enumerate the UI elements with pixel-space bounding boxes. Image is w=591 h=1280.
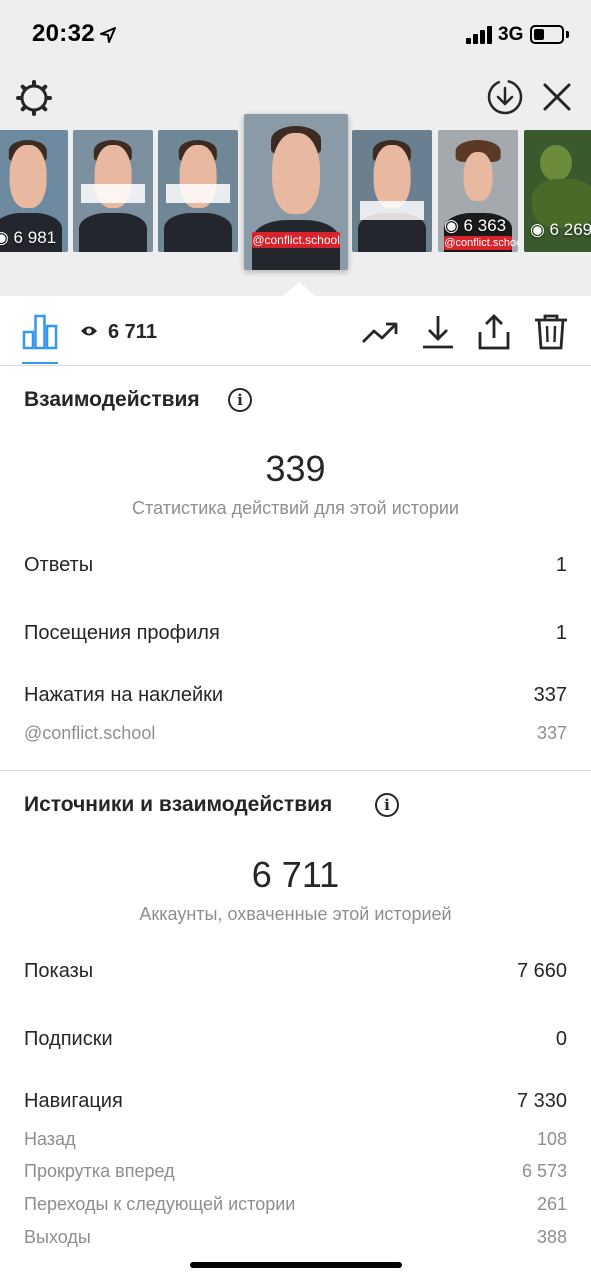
info-icon[interactable]: i	[375, 793, 399, 817]
story-thumbnail-strip[interactable]: ◉ 6 981 @conflict.school @conflict.schoo…	[0, 114, 591, 270]
trend-icon[interactable]	[360, 312, 400, 352]
sticker-account-label[interactable]: @conflict.school	[24, 723, 155, 744]
stat-value: 7 330	[516, 1090, 567, 1112]
download-icon[interactable]	[418, 312, 458, 352]
home-indicator[interactable]	[190, 1262, 402, 1268]
stat-label: Нажатия на наклейки	[24, 684, 224, 706]
discovery-caption: Аккаунты, охваченные этой историей	[139, 904, 452, 924]
stat-value: 0	[555, 1028, 567, 1050]
stat-label: Посещения профиля	[24, 622, 220, 644]
navigation-sub-value: 108	[536, 1129, 567, 1149]
story-thumbnail[interactable]: ◉ 6 269	[524, 130, 591, 252]
sticker-tag: @conflict.school	[444, 236, 518, 250]
navigation-sub-label: Назад	[24, 1129, 76, 1149]
sticker-tag: @conflict.school	[252, 232, 340, 248]
interactions-title: Взаимодействия	[24, 388, 200, 411]
navigation-sub-value: 6 573	[521, 1161, 567, 1181]
story-thumbnail[interactable]	[73, 130, 153, 252]
stat-value: 337	[533, 684, 567, 706]
network-type: 3G	[498, 24, 524, 45]
story-thumbnail[interactable]: ◉ 6 981	[0, 130, 68, 252]
location-arrow-icon	[100, 27, 116, 43]
stat-value: 1	[555, 622, 567, 644]
trash-icon[interactable]	[531, 312, 571, 352]
gear-icon[interactable]	[16, 80, 52, 116]
story-thumbnail-selected[interactable]: @conflict.school	[244, 114, 348, 270]
discovery-title: Источники и взаимодействия	[24, 793, 333, 816]
active-tab-indicator	[22, 362, 58, 364]
navigation-sub-label: Переходы к следующей истории	[24, 1194, 296, 1214]
insights-bars-icon[interactable]	[22, 314, 58, 350]
stat-label: Показы	[24, 960, 94, 982]
stat-label: Подписки	[24, 1028, 113, 1050]
close-icon[interactable]	[540, 80, 574, 114]
stat-label: Навигация	[24, 1090, 123, 1112]
interactions-total: 339	[265, 448, 326, 489]
status-bar: 20:32 3G	[0, 0, 591, 72]
views-count: 6 711	[108, 321, 157, 343]
interactions-caption: Статистика действий для этой истории	[132, 498, 459, 518]
battery-icon	[530, 25, 564, 44]
status-time: 20:32	[32, 20, 95, 47]
sticker-account-value: 337	[536, 723, 567, 743]
stat-value: 7 660	[516, 960, 567, 982]
thumbnail-views: ◉ 6 363	[444, 216, 507, 235]
save-download-icon[interactable]	[486, 78, 524, 116]
eye-icon	[81, 326, 97, 336]
story-thumbnail[interactable]	[158, 130, 238, 252]
selected-story-pointer	[283, 282, 315, 296]
stat-label: Ответы	[24, 554, 94, 576]
navigation-sub-label: Прокрутка вперед	[24, 1161, 175, 1181]
navigation-sub-label: Выходы	[24, 1227, 91, 1247]
navigation-sub-value: 261	[536, 1194, 567, 1214]
story-thumbnail[interactable]: @conflict.school ◉ 6 363	[438, 130, 518, 252]
story-thumbnail[interactable]	[352, 130, 432, 252]
thumbnail-views: ◉ 6 981	[0, 228, 57, 247]
section-divider	[0, 770, 591, 771]
signal-icon	[466, 26, 492, 44]
discovery-total: 6 711	[251, 854, 340, 895]
thumbnail-views: ◉ 6 269	[530, 220, 591, 239]
info-icon[interactable]: i	[228, 388, 252, 412]
stat-value: 1	[555, 554, 567, 576]
navigation-sub-value: 388	[536, 1227, 567, 1247]
share-icon[interactable]	[474, 312, 514, 352]
